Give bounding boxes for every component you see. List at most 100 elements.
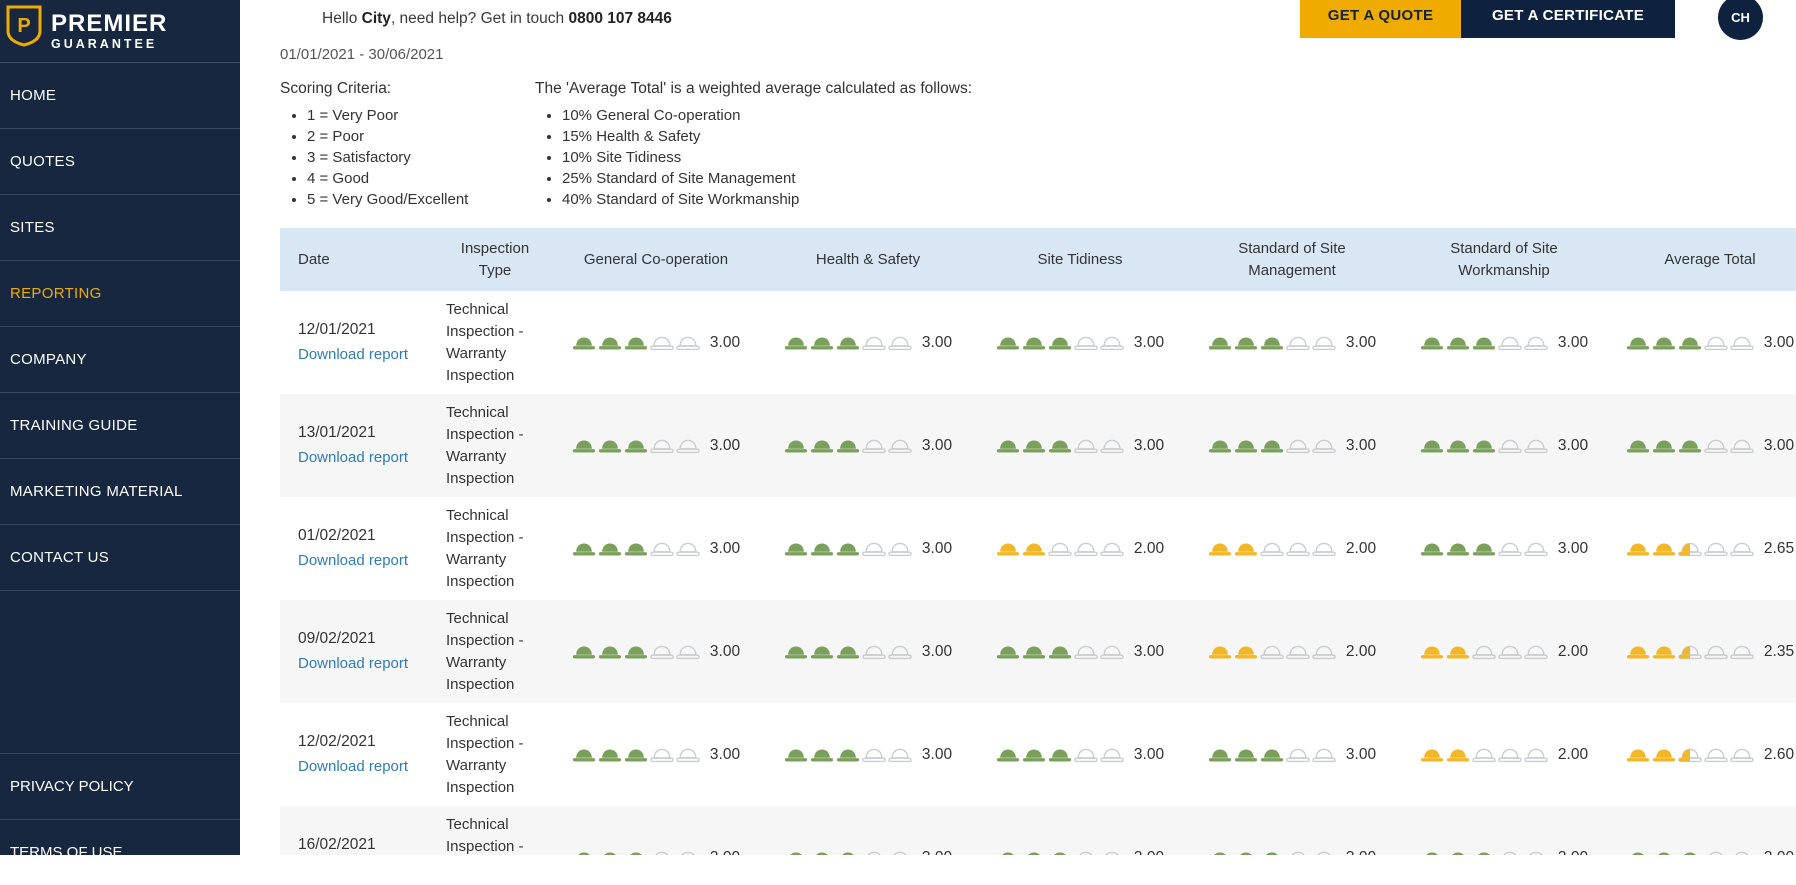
hat-rating	[572, 745, 702, 765]
hard-hat-filled-icon	[1652, 333, 1676, 353]
hard-hat-outline-icon	[1074, 848, 1098, 855]
score-value: 3.00	[1133, 333, 1165, 351]
hard-hat-outline-icon	[862, 436, 886, 456]
hat-rating	[572, 642, 702, 662]
hat-rating	[1626, 642, 1756, 662]
hat-rating	[1208, 333, 1338, 353]
hard-hat-outline-icon	[1498, 642, 1522, 662]
rating-cell: 2.35	[1610, 600, 1796, 703]
hard-hat-outline-icon	[1730, 436, 1754, 456]
hard-hat-outline-icon	[888, 436, 912, 456]
sidebar-item-marketing-material[interactable]: MARKETING MATERIAL	[0, 459, 240, 525]
hard-hat-filled-icon	[1626, 642, 1650, 662]
sidebar-item-home[interactable]: HOME	[0, 63, 240, 129]
hard-hat-outline-icon	[1286, 848, 1310, 855]
get-a-quote-button[interactable]: GET A QUOTE	[1300, 0, 1461, 38]
rating-cell: 3.00	[1186, 703, 1398, 806]
hard-hat-filled-icon	[810, 333, 834, 353]
score-value: 3.00	[922, 849, 952, 856]
hard-hat-outline-icon	[1498, 333, 1522, 353]
hat-rating	[1208, 642, 1338, 662]
hard-hat-filled-icon	[1420, 745, 1444, 765]
download-report-link[interactable]: Download report	[298, 449, 408, 466]
hard-hat-filled-icon	[624, 333, 648, 353]
inspection-type: Technical Inspection - Warranty Inspecti…	[446, 712, 524, 796]
hard-hat-outline-icon	[1704, 436, 1728, 456]
sidebar-item-quotes[interactable]: QUOTES	[0, 129, 240, 195]
hard-hat-filled-icon	[1652, 642, 1676, 662]
score-value: 3.00	[709, 436, 741, 454]
hard-hat-outline-icon	[1286, 436, 1310, 456]
hard-hat-outline-icon	[1100, 436, 1124, 456]
rating-cell: 3.00	[550, 291, 762, 394]
hard-hat-filled-icon	[784, 436, 808, 456]
premier-guarantee-logo: P PREMIER GUARANTEE	[0, 0, 240, 63]
hard-hat-filled-icon	[1208, 642, 1232, 662]
hard-hat-filled-icon	[1472, 848, 1496, 855]
hard-hat-outline-icon	[650, 333, 674, 353]
sidebar-item-privacy-policy[interactable]: PRIVACY POLICY	[0, 753, 240, 819]
hard-hat-filled-icon	[1420, 436, 1444, 456]
hard-hat-filled-icon	[1652, 436, 1676, 456]
hard-hat-filled-icon	[624, 642, 648, 662]
hard-hat-half-icon	[1678, 745, 1702, 765]
download-report-link[interactable]: Download report	[298, 655, 408, 672]
hard-hat-outline-icon	[1074, 436, 1098, 456]
download-report-link[interactable]: Download report	[298, 346, 408, 363]
score-value: 3.00	[709, 539, 741, 557]
weighted-average-item: 10% Site Tidiness	[562, 150, 972, 166]
rating-cell: 3.00	[974, 394, 1186, 497]
hard-hat-filled-icon	[598, 848, 622, 855]
hard-hat-filled-icon	[1022, 745, 1046, 765]
sidebar-item-training-guide[interactable]: TRAINING GUIDE	[0, 393, 240, 459]
hard-hat-filled-icon	[836, 745, 860, 765]
hard-hat-filled-icon	[1208, 745, 1232, 765]
sidebar-item-sites[interactable]: SITES	[0, 195, 240, 261]
date-cell: 12/02/2021 Download report	[280, 703, 440, 806]
hard-hat-filled-icon	[572, 642, 596, 662]
hard-hat-filled-icon	[784, 848, 808, 855]
sidebar-item-company[interactable]: COMPANY	[0, 327, 240, 393]
hard-hat-filled-icon	[1446, 436, 1470, 456]
download-report-link[interactable]: Download report	[298, 758, 408, 775]
hard-hat-outline-icon	[1100, 642, 1124, 662]
inspection-type: Technical Inspection - Warranty Inspecti…	[446, 403, 524, 487]
user-avatar[interactable]: CH	[1718, 0, 1763, 40]
hard-hat-outline-icon	[1286, 642, 1310, 662]
hat-rating	[1626, 848, 1756, 855]
score-value: 3.00	[1764, 849, 1794, 856]
get-a-certificate-button[interactable]: GET A CERTIFICATE	[1461, 0, 1675, 38]
column-header-inspection-type: Inspection Type	[440, 228, 550, 291]
hat-rating	[996, 745, 1126, 765]
hat-rating	[572, 436, 702, 456]
hard-hat-filled-icon	[1208, 333, 1232, 353]
hard-hat-filled-icon	[810, 539, 834, 559]
hard-hat-filled-icon	[1446, 848, 1470, 855]
hard-hat-filled-icon	[1678, 436, 1702, 456]
score-value: 2.35	[1763, 642, 1795, 660]
download-report-link[interactable]: Download report	[298, 552, 408, 569]
sidebar-item-contact-us[interactable]: CONTACT US	[0, 525, 240, 591]
hard-hat-outline-icon	[1704, 848, 1728, 855]
hard-hat-outline-icon	[1286, 539, 1310, 559]
hard-hat-filled-icon	[1048, 848, 1072, 855]
sidebar-item-terms-of-use[interactable]: TERMS OF USE	[0, 819, 240, 885]
hard-hat-outline-icon	[1498, 436, 1522, 456]
hard-hat-filled-icon	[624, 745, 648, 765]
inspection-date: 16/02/2021	[298, 836, 376, 853]
hard-hat-outline-icon	[1312, 745, 1336, 765]
score-value: 3.00	[1557, 436, 1589, 454]
hard-hat-outline-icon	[650, 539, 674, 559]
hard-hat-filled-icon	[1472, 436, 1496, 456]
hard-hat-outline-icon	[1312, 848, 1336, 855]
scoring-criteria-section: Scoring Criteria: 1 = Very Poor 2 = Poor…	[280, 80, 1796, 213]
sidebar-item-reporting[interactable]: REPORTING	[0, 261, 240, 327]
table-row: 12/01/2021 Download report Technical Inspe…	[280, 291, 1796, 394]
hat-rating	[1626, 745, 1756, 765]
sidebar-footer: PRIVACY POLICY TERMS OF USE	[0, 753, 240, 885]
scoring-criteria-title: Scoring Criteria:	[280, 80, 392, 97]
hat-rating	[784, 642, 914, 662]
column-header-site-tidiness: Site Tidiness	[974, 228, 1186, 291]
hard-hat-outline-icon	[1100, 333, 1124, 353]
rating-cell: 3.00	[1186, 394, 1398, 497]
